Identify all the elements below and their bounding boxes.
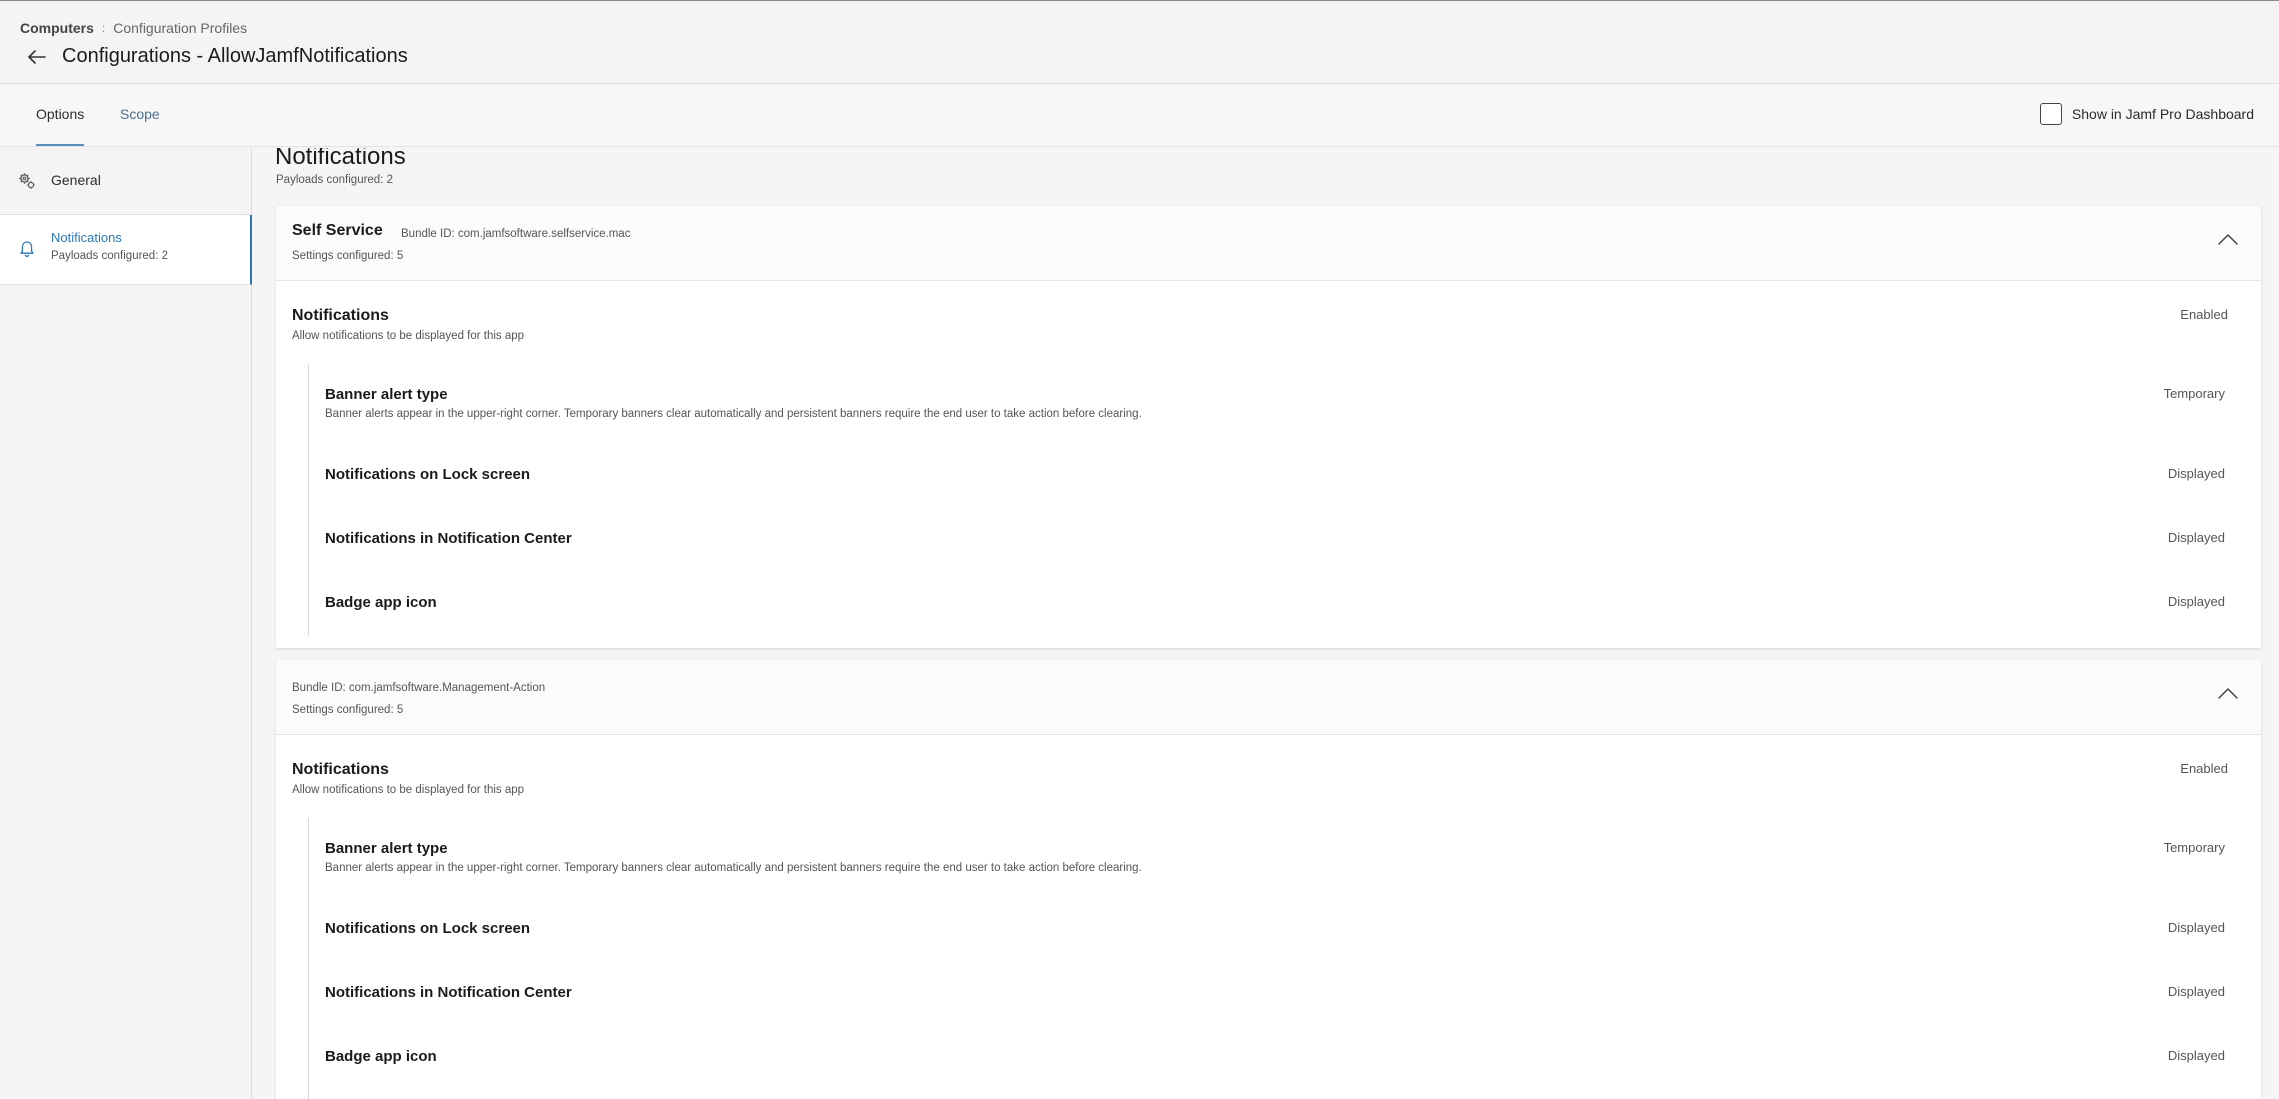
sub-setting-description: Banner alerts appear in the upper-right … (325, 862, 1142, 874)
sub-settings: Banner alert type Banner alerts appear i… (308, 818, 2240, 1099)
title-row: Configurations - AllowJamfNotifications (26, 45, 408, 68)
page-header: Computers : Configuration Profiles Confi… (0, 0, 2279, 84)
show-in-dashboard-checkbox[interactable] (2039, 103, 2062, 125)
sub-setting-row: Notifications in Notification Center Dis… (325, 984, 2225, 1001)
notifications-setting: Notifications Allow notifications to be … (292, 307, 2242, 342)
chevron-up-icon[interactable] (2217, 686, 2239, 700)
payload-card: Self Service Bundle ID: com.jamfsoftware… (276, 206, 2261, 648)
show-in-dashboard-label[interactable]: Show in Jamf Pro Dashboard (2072, 106, 2254, 122)
sub-setting-value: Displayed (2167, 984, 2225, 999)
sub-setting-value: Temporary (2163, 386, 2225, 401)
sub-setting-value: Displayed (2167, 530, 2225, 545)
notifications-setting: Notifications Allow notifications to be … (292, 761, 2242, 796)
setting-description: Allow notifications to be displayed for … (292, 330, 525, 342)
breadcrumb: Computers : Configuration Profiles (20, 20, 247, 36)
sub-setting-title: Badge app icon (325, 594, 437, 611)
payload-settings-count: Settings configured: 5 (292, 704, 404, 716)
sub-setting-row: Notifications on Lock screen Displayed (325, 920, 2225, 937)
setting-value: Enabled (2180, 761, 2228, 776)
payload-bundle-id: Bundle ID: com.jamfsoftware.Management-A… (292, 682, 546, 694)
setting-title: Notifications (292, 307, 389, 324)
payload-header[interactable]: Bundle ID: com.jamfsoftware.Management-A… (276, 660, 2261, 735)
sidebar: General Notifications Payloads configure… (0, 148, 252, 1099)
payload-card: Bundle ID: com.jamfsoftware.Management-A… (276, 660, 2261, 1099)
setting-value: Enabled (2180, 307, 2228, 322)
sub-setting-description: Banner alerts appear in the upper-right … (325, 408, 1142, 420)
breadcrumb-separator: : (101, 21, 106, 35)
sidebar-item-general[interactable]: General (0, 148, 252, 215)
setting-title: Notifications (292, 761, 389, 778)
sub-setting-row: Badge app icon Displayed (325, 594, 2225, 611)
sub-setting-title: Banner alert type (325, 386, 448, 403)
gears-icon (18, 172, 36, 190)
sub-setting-row: Badge app icon Displayed (325, 1048, 2225, 1065)
breadcrumb-configuration-profiles[interactable]: Configuration Profiles (113, 20, 247, 36)
sidebar-item-notifications[interactable]: Notifications Payloads configured: 2 (0, 215, 252, 285)
breadcrumb-computers[interactable]: Computers (20, 20, 94, 36)
sidebar-item-notifications-label: Notifications (51, 230, 122, 245)
sub-setting-row: Banner alert type Banner alerts appear i… (325, 386, 2225, 420)
payload-settings-count: Settings configured: 5 (292, 250, 404, 262)
section-subtitle: Payloads configured: 2 (276, 174, 393, 186)
chevron-up-icon[interactable] (2217, 232, 2239, 246)
back-arrow-icon[interactable] (26, 46, 48, 68)
sub-setting-title: Notifications in Notification Center (325, 530, 572, 547)
payload-header[interactable]: Self Service Bundle ID: com.jamfsoftware… (276, 206, 2261, 281)
section-title: Notifications (275, 148, 406, 170)
tab-scope[interactable]: Scope (120, 106, 160, 122)
sub-setting-title: Notifications in Notification Center (325, 984, 572, 1001)
sub-setting-title: Notifications on Lock screen (325, 466, 531, 483)
sub-setting-title: Banner alert type (325, 840, 448, 857)
sub-settings: Banner alert type Banner alerts appear i… (308, 364, 2240, 636)
tab-bar: Options Scope Show in Jamf Pro Dashboard (0, 84, 2279, 147)
sub-setting-value: Displayed (2167, 594, 2225, 609)
payload-bundle-id: Bundle ID: com.jamfsoftware.selfservice.… (401, 228, 631, 240)
main-content: Notifications Payloads configured: 2 Sel… (253, 148, 2279, 1099)
sidebar-item-notifications-sub: Payloads configured: 2 (51, 250, 168, 262)
sub-setting-value: Displayed (2167, 466, 2225, 481)
page-title: Configurations - AllowJamfNotifications (62, 45, 408, 67)
sub-setting-value: Displayed (2167, 920, 2225, 935)
tab-options[interactable]: Options (36, 106, 84, 122)
active-tab-indicator (36, 144, 84, 146)
sub-setting-title: Notifications on Lock screen (325, 920, 531, 937)
sub-setting-row: Notifications in Notification Center Dis… (325, 530, 2225, 547)
sub-setting-value: Displayed (2167, 1048, 2225, 1063)
sub-setting-value: Temporary (2163, 840, 2225, 855)
setting-description: Allow notifications to be displayed for … (292, 784, 525, 796)
payload-app-name: Self Service (292, 222, 383, 239)
sub-setting-row: Notifications on Lock screen Displayed (325, 466, 2225, 483)
dashboard-toggle[interactable]: Show in Jamf Pro Dashboard (2039, 103, 2254, 125)
sub-setting-title: Badge app icon (325, 1048, 437, 1065)
sidebar-item-general-label: General (51, 172, 101, 188)
sub-setting-row: Banner alert type Banner alerts appear i… (325, 840, 2225, 874)
bell-icon (18, 240, 36, 258)
